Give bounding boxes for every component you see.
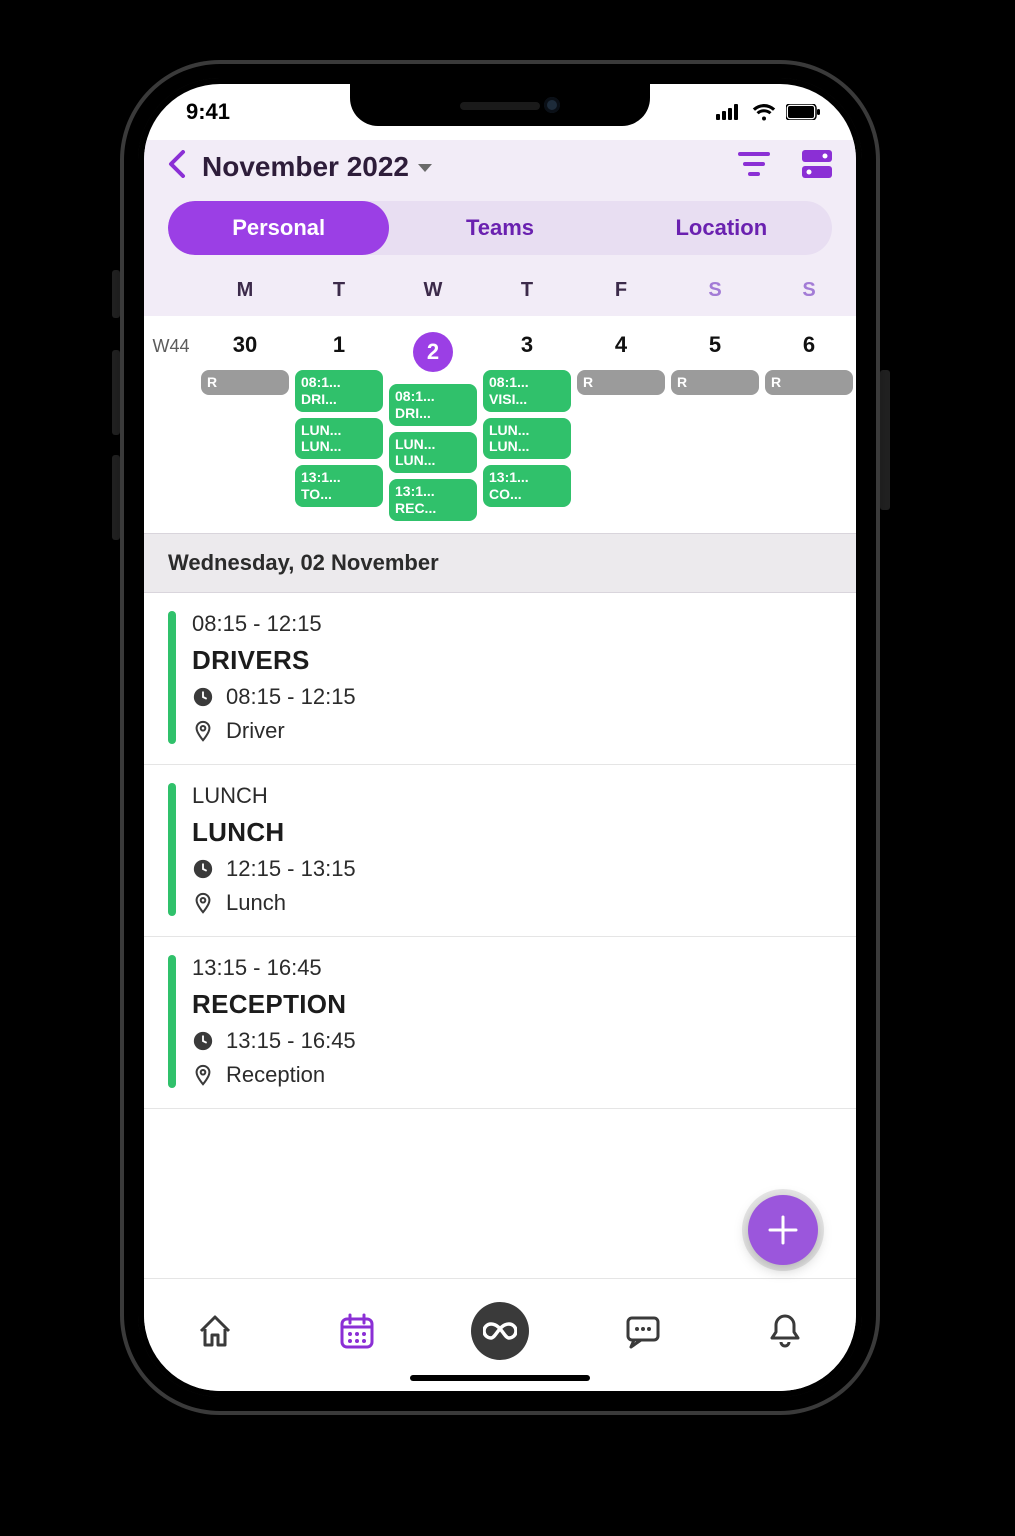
weekday-sat: S <box>668 279 762 302</box>
rest-pill[interactable]: R <box>671 370 759 395</box>
view-segmented-control: Personal Teams Location <box>168 201 832 255</box>
day-number: 30 <box>201 326 289 364</box>
bell-icon <box>765 1311 805 1351</box>
pin-icon <box>192 1064 214 1086</box>
day-cell[interactable]: 6R <box>762 326 856 521</box>
day-number: 5 <box>671 326 759 364</box>
nav-center-button[interactable] <box>471 1302 529 1360</box>
day-number: 3 <box>483 326 571 364</box>
selected-date-bar: Wednesday, 02 November <box>144 533 856 593</box>
pin-icon <box>192 892 214 914</box>
day-number: 6 <box>765 326 853 364</box>
plus-icon <box>766 1213 800 1247</box>
event-timespan: LUNCH <box>192 783 832 809</box>
shift-pill[interactable]: 13:1...TO... <box>295 465 383 507</box>
event-location-row: Driver <box>192 718 832 744</box>
tab-personal[interactable]: Personal <box>168 201 389 255</box>
event-title: DRIVERS <box>192 645 832 676</box>
battery-icon <box>786 104 820 120</box>
rest-pill[interactable]: R <box>577 370 665 395</box>
event-card[interactable]: 08:15 - 12:15 DRIVERS 08:15 - 12:15 Driver <box>144 593 856 765</box>
shift-pill[interactable]: LUN...LUN... <box>483 418 571 460</box>
shift-pill[interactable]: 08:1...DRI... <box>295 370 383 412</box>
day-cell[interactable]: 3 08:1...VISI... LUN...LUN... 13:1...CO... <box>480 326 574 521</box>
weekday-header: M T W T F S S <box>144 269 856 316</box>
nav-calendar[interactable] <box>329 1303 385 1359</box>
clock-icon <box>192 686 214 708</box>
event-time-row: 12:15 - 13:15 <box>192 856 832 882</box>
day-cell[interactable]: 4R <box>574 326 668 521</box>
shift-pill[interactable]: LUN...LUN... <box>389 432 477 474</box>
view-toggle-icon[interactable] <box>802 150 832 183</box>
event-location-row: Lunch <box>192 890 832 916</box>
chat-icon <box>623 1311 663 1351</box>
nav-notifications[interactable] <box>757 1303 813 1359</box>
pin-icon <box>192 720 214 742</box>
cellular-icon <box>716 104 742 120</box>
day-number: 1 <box>295 326 383 364</box>
nav-messages[interactable] <box>615 1303 671 1359</box>
weekday-wed: W <box>386 279 480 302</box>
shift-pill[interactable]: LUN...LUN... <box>295 418 383 460</box>
filter-icon[interactable] <box>738 150 770 183</box>
home-icon <box>195 1311 235 1351</box>
day-number: 4 <box>577 326 665 364</box>
calendar-icon <box>337 1311 377 1351</box>
day-cell[interactable]: 30 R <box>198 326 292 521</box>
event-location-row: Reception <box>192 1062 832 1088</box>
month-title[interactable]: November 2022 <box>202 151 433 183</box>
day-cell[interactable]: 5R <box>668 326 762 521</box>
day-cell[interactable]: 2 08:1...DRI... LUN...LUN... 13:1...REC... <box>386 326 480 521</box>
event-timespan: 13:15 - 16:45 <box>192 955 832 981</box>
event-color-bar <box>168 611 176 744</box>
clock-icon <box>192 1030 214 1052</box>
week-number: W44 <box>144 326 198 521</box>
phone-frame: 9:41 November 2022 <box>120 60 880 1415</box>
weekday-tue: T <box>292 279 386 302</box>
home-indicator[interactable] <box>410 1375 590 1381</box>
event-time-row: 13:15 - 16:45 <box>192 1028 832 1054</box>
tab-location[interactable]: Location <box>611 201 832 255</box>
shift-pill[interactable]: 13:1...REC... <box>389 479 477 521</box>
event-title: LUNCH <box>192 817 832 848</box>
rest-pill[interactable]: R <box>201 370 289 395</box>
day-number: 2 <box>389 326 477 378</box>
weekday-sun: S <box>762 279 856 302</box>
infinity-icon <box>483 1321 517 1341</box>
shift-pill[interactable]: 08:1...DRI... <box>389 384 477 426</box>
event-color-bar <box>168 955 176 1088</box>
event-time-row: 08:15 - 12:15 <box>192 684 832 710</box>
calendar-header: November 2022 Personal Teams Location <box>144 140 856 269</box>
day-cell[interactable]: 1 08:1...DRI... LUN...LUN... 13:1...TO... <box>292 326 386 521</box>
weekday-mon: M <box>198 279 292 302</box>
tab-teams[interactable]: Teams <box>389 201 610 255</box>
nav-home[interactable] <box>187 1303 243 1359</box>
event-card[interactable]: 13:15 - 16:45 RECEPTION 13:15 - 16:45 Recep… <box>144 937 856 1109</box>
back-icon[interactable] <box>168 150 188 183</box>
wifi-icon <box>752 103 776 121</box>
weekday-thu: T <box>480 279 574 302</box>
week-row: W44 30R108:1...DRI...LUN...LUN...13:1...… <box>144 316 856 533</box>
event-color-bar <box>168 783 176 916</box>
weekday-fri: F <box>574 279 668 302</box>
event-list[interactable]: 08:15 - 12:15 DRIVERS 08:15 - 12:15 Driver L… <box>144 593 856 1278</box>
event-title: RECEPTION <box>192 989 832 1020</box>
clock-icon <box>192 858 214 880</box>
add-event-button[interactable] <box>748 1195 818 1265</box>
shift-pill[interactable]: 08:1...VISI... <box>483 370 571 412</box>
rest-pill[interactable]: R <box>765 370 853 395</box>
event-card[interactable]: LUNCH LUNCH 12:15 - 13:15 Lunch <box>144 765 856 937</box>
event-timespan: 08:15 - 12:15 <box>192 611 832 637</box>
shift-pill[interactable]: 13:1...CO... <box>483 465 571 507</box>
status-time: 9:41 <box>186 99 230 125</box>
chevron-down-icon <box>417 162 433 174</box>
notch <box>350 84 650 126</box>
